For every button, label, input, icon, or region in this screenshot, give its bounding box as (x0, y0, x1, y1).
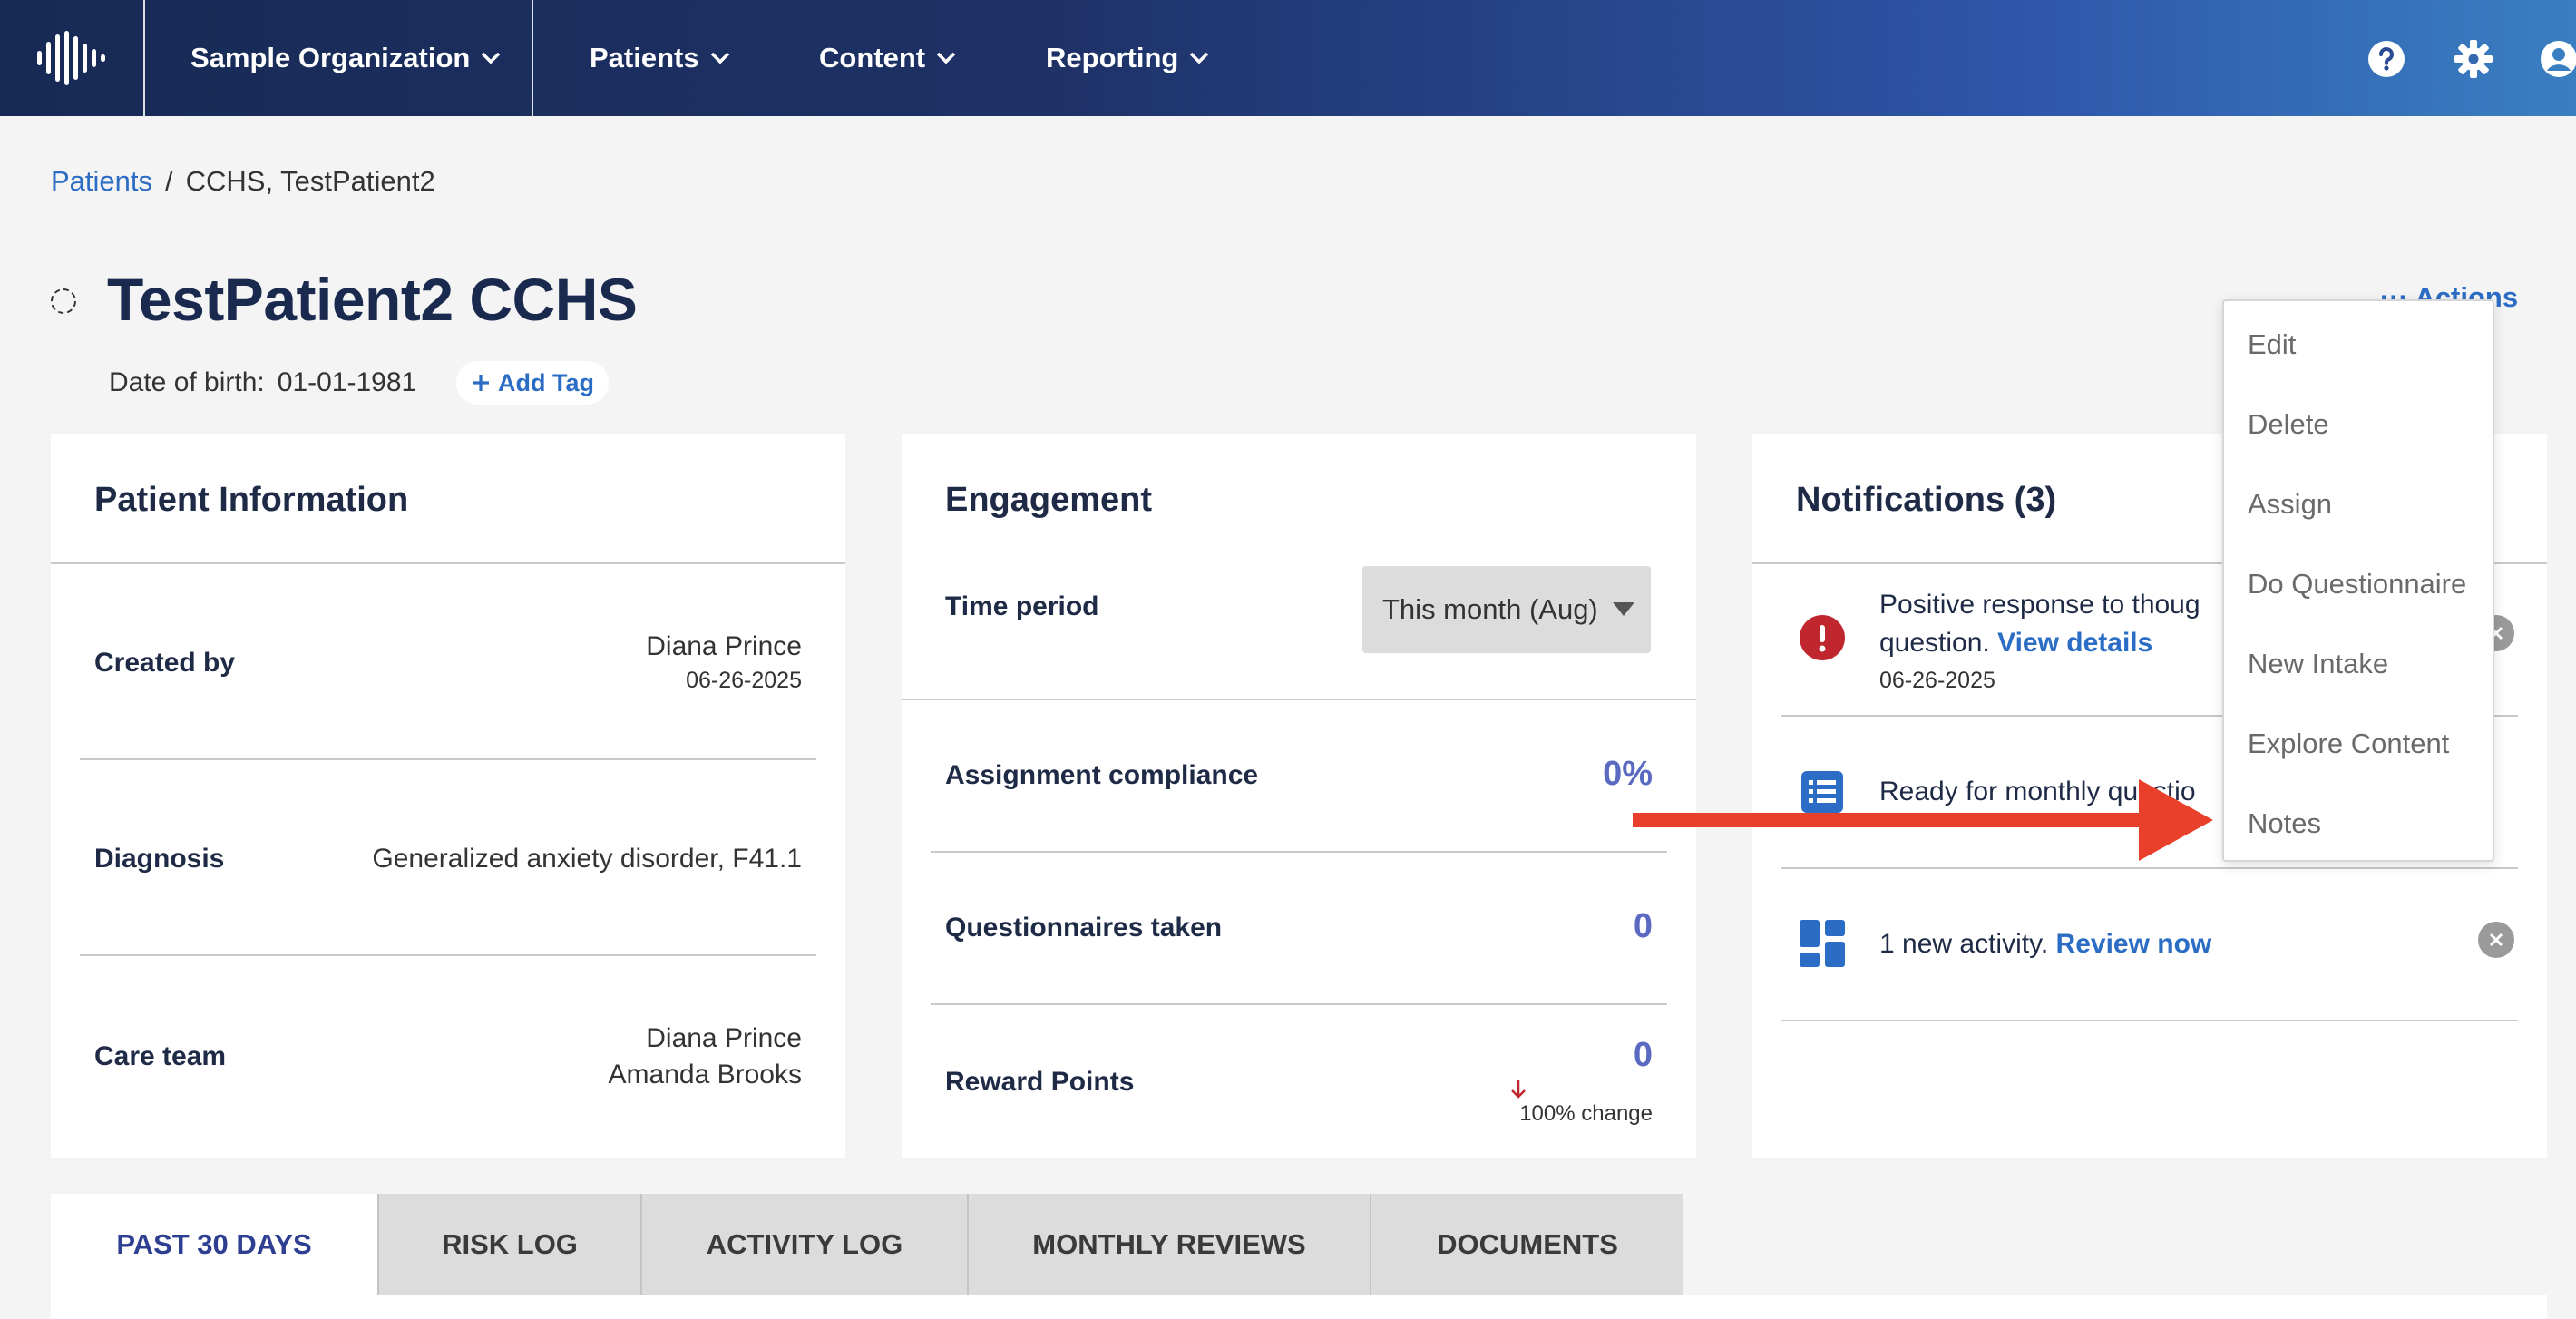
nav-reporting[interactable]: Reporting (1046, 0, 1209, 116)
reward-points-value: 0 (1633, 1036, 1653, 1074)
date-of-birth: Date of birth: 01-01-1981 (109, 367, 416, 398)
divider (931, 851, 1667, 853)
org-switcher[interactable]: Sample Organization (147, 0, 533, 116)
questionnaires-taken-value: 0 (1633, 907, 1653, 945)
reward-points-label: Reward Points (945, 1067, 1135, 1097)
dashboard-icon (1800, 920, 1845, 967)
created-by-value: Diana Prince (646, 631, 802, 661)
tab-activity-log[interactable]: ACTIVITY LOG (642, 1194, 969, 1295)
engagement-card: Engagement Time period This month (Aug) … (902, 434, 1696, 1158)
reward-points-change: 100% change (1519, 1101, 1653, 1126)
dob-label: Date of birth: (109, 367, 265, 397)
care-team-label: Care team (94, 1041, 227, 1071)
actions-menu: Edit Delete Assign Do Questionnaire New … (2222, 299, 2494, 862)
time-period-label: Time period (945, 591, 1099, 621)
time-period-select[interactable]: This month (Aug) (1362, 566, 1651, 653)
top-navbar: Sample Organization Patients Content Rep… (0, 0, 2576, 116)
review-now-link[interactable]: Review now (2056, 929, 2212, 959)
chevron-down-icon (936, 52, 956, 64)
time-period-value: This month (Aug) (1382, 593, 1598, 625)
list-icon (1801, 771, 1843, 813)
dismiss-icon[interactable] (2478, 922, 2514, 958)
tab-bar: PAST 30 DAYS RISK LOG ACTIVITY LOG MONTH… (51, 1194, 1683, 1295)
menu-item-delete[interactable]: Delete (2248, 408, 2329, 441)
alert-icon (1800, 615, 1845, 660)
notification-date: 06-26-2025 (1879, 668, 1995, 693)
add-tag-button[interactable]: Add Tag (456, 361, 609, 405)
menu-item-do-questionnaire[interactable]: Do Questionnaire (2248, 568, 2466, 601)
assignment-compliance-value: 0% (1603, 755, 1653, 793)
divider (902, 699, 1696, 700)
created-by-label: Created by (94, 648, 236, 678)
nav-patients-label: Patients (590, 42, 699, 73)
questionnaires-taken-label: Questionnaires taken (945, 913, 1223, 943)
menu-item-new-intake[interactable]: New Intake (2248, 648, 2388, 680)
assignment-compliance-label: Assignment compliance (945, 760, 1259, 790)
divider (1781, 867, 2518, 869)
nav-content-label: Content (819, 42, 926, 73)
add-tag-label: Add Tag (498, 368, 594, 396)
nav-content[interactable]: Content (819, 0, 956, 116)
org-name: Sample Organization (190, 42, 471, 73)
divider (80, 758, 816, 760)
diagnosis-value: Generalized anxiety disorder, F41.1 (372, 844, 802, 874)
status-indicator-icon (51, 288, 76, 314)
created-date: 06-26-2025 (686, 668, 802, 693)
sound-wave-logo-icon (37, 31, 105, 85)
card-title: Patient Information (94, 481, 409, 519)
breadcrumb-separator: / (165, 165, 173, 197)
notification-text: 1 new activity. (1879, 929, 2049, 959)
user-account-icon[interactable] (2540, 40, 2576, 78)
caret-down-icon (1613, 602, 1634, 616)
page-title: TestPatient2 CCHS (107, 266, 638, 333)
chevron-down-icon (1190, 52, 1209, 64)
menu-item-edit[interactable]: Edit (2248, 328, 2296, 361)
notification-item: 1 new activity. Review now (1879, 925, 2211, 963)
chevron-down-icon (482, 52, 501, 64)
patient-information-card: Patient Information Created by Diana Pri… (51, 434, 845, 1158)
app-logo[interactable] (0, 0, 145, 116)
breadcrumb-current: CCHS, TestPatient2 (185, 165, 435, 197)
diagnosis-label: Diagnosis (94, 844, 225, 874)
chevron-down-icon (710, 52, 729, 64)
divider (51, 562, 845, 564)
plus-icon (473, 375, 489, 391)
card-title: Engagement (945, 481, 1153, 519)
nav-reporting-label: Reporting (1046, 42, 1179, 73)
care-team-member: Diana Prince (646, 1023, 802, 1053)
annotation-arrow-head (2139, 779, 2213, 861)
dob-value: 01-01-1981 (277, 367, 417, 397)
notification-item: Positive response to thoug question. Vie… (1879, 586, 2200, 662)
care-team-member: Amanda Brooks (608, 1060, 802, 1089)
divider (1781, 1020, 2518, 1021)
gear-icon[interactable] (2454, 40, 2493, 78)
tab-panel (51, 1295, 2547, 1319)
tab-past-30-days[interactable]: PAST 30 DAYS (51, 1194, 379, 1295)
breadcrumb-patients-link[interactable]: Patients (51, 165, 152, 198)
notification-text: question. (1879, 628, 1990, 658)
tab-monthly-reviews[interactable]: MONTHLY REVIEWS (969, 1194, 1371, 1295)
divider (80, 954, 816, 956)
arrow-down-icon (1511, 1080, 1526, 1099)
breadcrumb: Patients / CCHS, TestPatient2 (51, 165, 435, 198)
menu-item-notes[interactable]: Notes (2248, 807, 2321, 840)
nav-patients[interactable]: Patients (590, 0, 730, 116)
card-title: Notifications (3) (1796, 481, 2057, 519)
help-icon[interactable] (2367, 40, 2405, 78)
annotation-arrow-shaft (1633, 813, 2150, 827)
notification-text: Positive response to thoug (1879, 590, 2200, 620)
view-details-link[interactable]: View details (1997, 628, 2152, 658)
divider (931, 1003, 1667, 1005)
tab-documents[interactable]: DOCUMENTS (1371, 1194, 1683, 1295)
menu-item-assign[interactable]: Assign (2248, 488, 2332, 521)
menu-item-explore-content[interactable]: Explore Content (2248, 728, 2449, 760)
tab-risk-log[interactable]: RISK LOG (379, 1194, 642, 1295)
